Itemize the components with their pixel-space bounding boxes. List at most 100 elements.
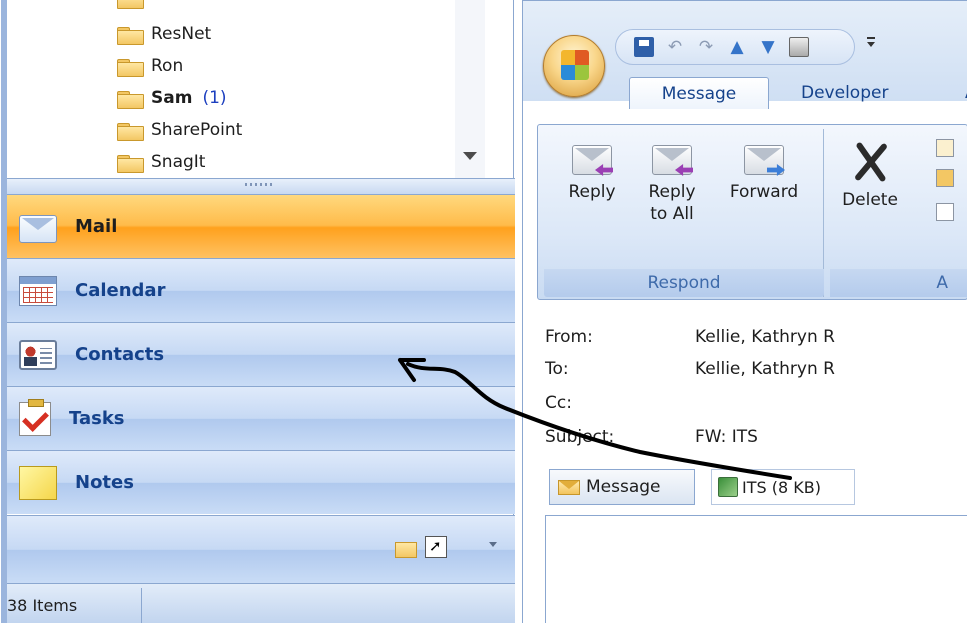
delete-icon xyxy=(850,141,890,183)
folder-label: Sam xyxy=(151,88,193,108)
attachment-file[interactable]: ITS (8 KB) xyxy=(711,469,855,505)
folder-icon xyxy=(117,25,144,45)
folder-item-resnet[interactable]: ResNet xyxy=(117,22,211,46)
nav-button-contacts[interactable]: Contacts xyxy=(7,322,515,386)
nav-label: Mail xyxy=(75,216,118,237)
status-divider xyxy=(141,588,142,623)
folder-label: SharePoint xyxy=(151,120,243,140)
message-tab-label: Message xyxy=(586,477,661,497)
status-bar: 38 Items xyxy=(7,583,515,623)
nav-shortcut-bar xyxy=(7,515,515,583)
nav-button-tasks[interactable]: Tasks xyxy=(7,386,515,450)
from-value[interactable]: Kellie, Kathryn R xyxy=(695,327,835,347)
create-rule-icon[interactable] xyxy=(936,169,954,187)
move-to-folder-icon[interactable] xyxy=(936,139,954,157)
delete-label: Delete xyxy=(842,190,898,210)
attachment-icon xyxy=(718,477,738,497)
attachment-bar: Message ITS (8 KB) xyxy=(541,469,967,507)
cc-row: Cc: xyxy=(545,393,695,413)
to-value[interactable]: Kellie, Kathryn R xyxy=(695,359,835,379)
calendar-icon xyxy=(19,275,57,306)
office-button[interactable] xyxy=(543,35,605,97)
delete-button[interactable]: Delete xyxy=(830,141,910,211)
message-header: From: Kellie, Kathryn R To: Kellie, Kathry… xyxy=(523,307,967,467)
grip-icon xyxy=(245,183,275,186)
folder-item-partial[interactable] xyxy=(117,0,144,10)
from-label: From: xyxy=(545,327,593,347)
reply-label: Reply xyxy=(568,182,616,202)
nav-label: Notes xyxy=(75,472,134,493)
tab-developer[interactable]: Developer xyxy=(785,77,904,109)
navigation-pane: ResNet Ron Sam (1) SharePoint SnagIt Mai… xyxy=(1,0,515,623)
print-icon[interactable] xyxy=(789,37,809,57)
folder-item-ron[interactable]: Ron xyxy=(117,54,183,78)
shortcuts-icon[interactable] xyxy=(425,536,447,558)
nav-label: Contacts xyxy=(75,344,165,365)
reply-all-label-2: to All xyxy=(650,204,694,224)
nav-label: Tasks xyxy=(69,408,125,429)
folder-label: Ron xyxy=(151,56,184,76)
pane-splitter[interactable] xyxy=(7,178,515,194)
tab-message[interactable]: Message xyxy=(629,77,769,109)
folder-list: ResNet Ron Sam (1) SharePoint SnagIt xyxy=(7,0,485,178)
from-row: From: Kellie, Kathryn R xyxy=(545,327,835,347)
next-item-icon[interactable]: ▼ xyxy=(758,37,778,57)
nav-button-notes[interactable]: Notes xyxy=(7,450,515,514)
actions-group: Delete A xyxy=(830,129,967,297)
reply-button[interactable]: Reply xyxy=(562,141,622,203)
redo-icon[interactable]: ↷ xyxy=(696,37,716,57)
folder-item-snagit[interactable]: SnagIt xyxy=(117,150,205,174)
outlook-window: ResNet Ron Sam (1) SharePoint SnagIt Mai… xyxy=(0,0,967,623)
folder-list-icon[interactable] xyxy=(395,542,417,558)
folder-icon xyxy=(117,89,144,109)
unread-count: (1) xyxy=(202,88,227,108)
folder-label: ResNet xyxy=(151,24,212,44)
previous-item-icon[interactable]: ▲ xyxy=(727,37,747,57)
item-count: 38 Items xyxy=(7,596,78,615)
ribbon: Reply Reply to All Forward Respond Delet… xyxy=(537,124,967,300)
folder-scrollbar[interactable] xyxy=(455,0,485,178)
nav-label: Calendar xyxy=(75,280,166,301)
mail-icon xyxy=(19,214,57,243)
reply-all-button[interactable]: Reply to All xyxy=(642,141,702,225)
attachment-label: ITS (8 KB) xyxy=(742,477,821,497)
message-body[interactable] xyxy=(545,515,967,623)
message-body-tab[interactable]: Message xyxy=(549,469,695,505)
forward-label: Forward xyxy=(729,182,799,202)
to-row: To: Kellie, Kathryn R xyxy=(545,359,835,379)
tab-partial[interactable]: A xyxy=(949,77,967,109)
cc-label: Cc: xyxy=(545,393,572,413)
tasks-icon xyxy=(19,398,51,436)
contacts-icon xyxy=(19,339,57,370)
nav-button-calendar[interactable]: Calendar xyxy=(7,258,515,322)
folder-icon xyxy=(117,0,144,9)
message-window: ↶ ↷ ▲ ▼ Message Developer A Reply Reply … xyxy=(522,0,967,623)
reply-all-label-1: Reply xyxy=(648,182,696,202)
folder-item-sam[interactable]: Sam (1) xyxy=(117,86,227,110)
folder-item-sharepoint[interactable]: SharePoint xyxy=(117,118,242,142)
forward-icon xyxy=(744,145,785,176)
configure-buttons-icon[interactable] xyxy=(489,542,497,547)
nav-button-mail[interactable]: Mail xyxy=(7,194,515,258)
folder-icon xyxy=(117,153,144,173)
scroll-down-icon[interactable] xyxy=(463,152,477,160)
forward-button[interactable]: Forward xyxy=(722,141,806,203)
actions-group-label: A xyxy=(830,269,967,297)
reply-all-icon xyxy=(652,145,693,176)
reply-icon xyxy=(572,145,613,176)
folder-icon xyxy=(117,57,144,77)
undo-icon[interactable]: ↶ xyxy=(665,37,685,57)
folder-label: SnagIt xyxy=(151,152,206,172)
customize-qat-icon[interactable] xyxy=(867,37,875,49)
folder-icon xyxy=(117,121,144,141)
other-actions-icon[interactable] xyxy=(936,203,954,221)
to-label: To: xyxy=(545,359,569,379)
subject-label: Subject: xyxy=(545,427,615,447)
notes-icon xyxy=(19,465,57,500)
subject-row: Subject: FW: ITS xyxy=(545,427,758,447)
respond-group-label: Respond xyxy=(544,269,824,297)
quick-access-toolbar: ↶ ↷ ▲ ▼ xyxy=(615,29,855,65)
save-icon[interactable] xyxy=(634,37,654,57)
respond-group: Reply Reply to All Forward Respond xyxy=(544,129,824,297)
subject-value: FW: ITS xyxy=(695,427,758,447)
